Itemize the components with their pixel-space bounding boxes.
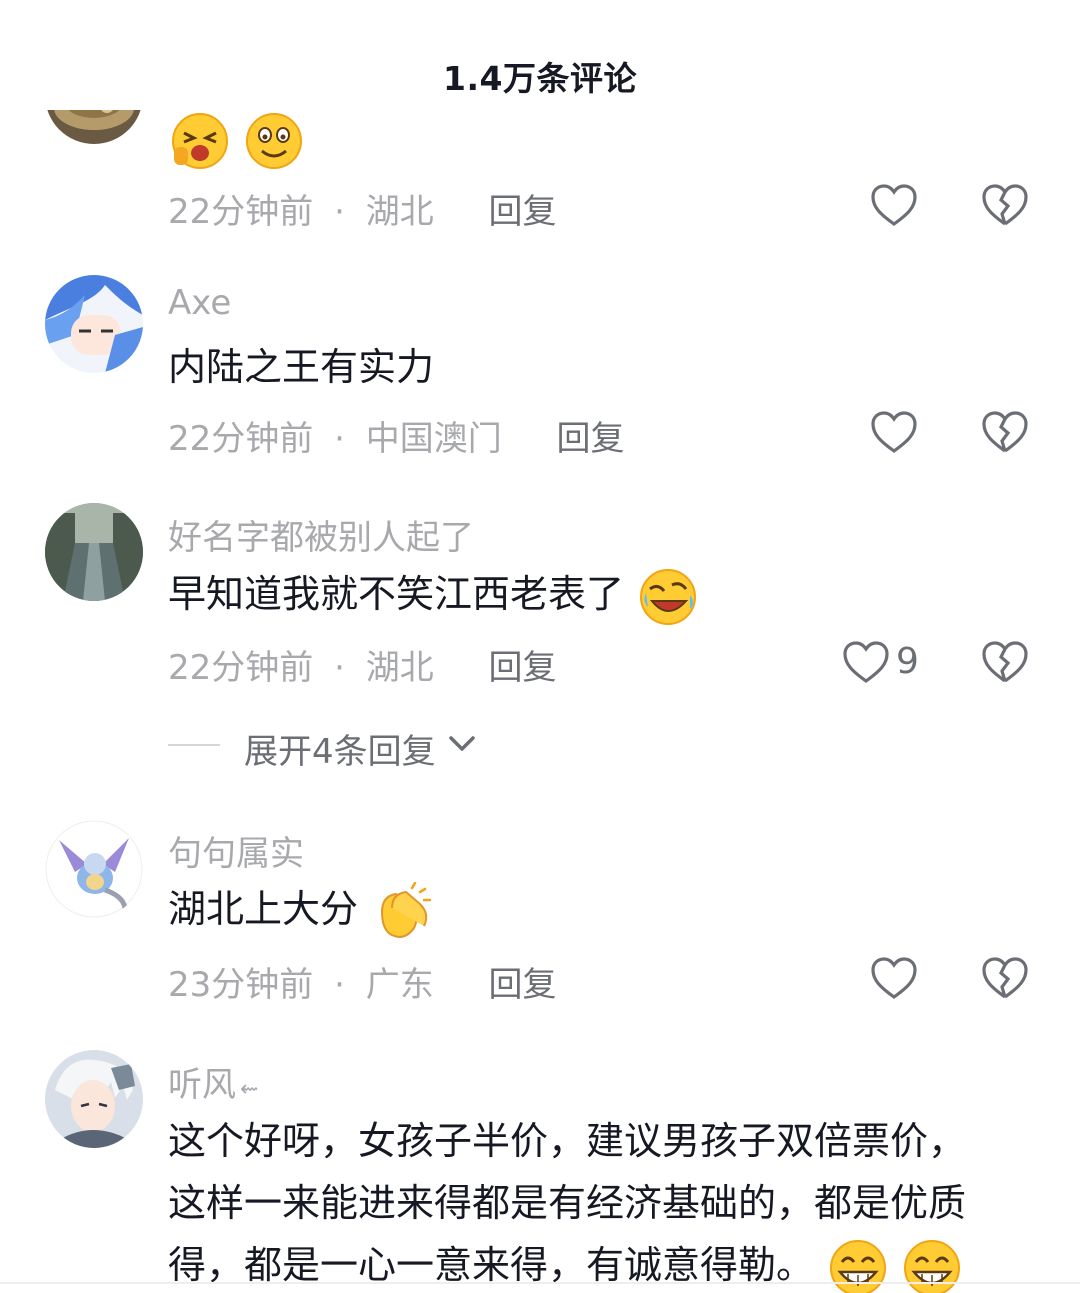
comment-location: 湖北 — [365, 648, 434, 688]
comment-location: 湖北 — [365, 192, 434, 232]
comment-location: 广东 — [365, 965, 434, 1005]
like-heart-icon[interactable] — [842, 640, 890, 684]
avatar[interactable] — [45, 1050, 143, 1148]
grin-emoji — [900, 1239, 962, 1293]
comment-time: 23分钟前 — [168, 965, 314, 1005]
crying-laugh-emoji — [168, 112, 242, 169]
grin-emoji — [242, 112, 304, 169]
like-heart-icon[interactable] — [870, 410, 918, 454]
avatar[interactable] — [45, 503, 143, 601]
dislike-broken-heart-icon[interactable] — [981, 410, 1029, 454]
comment-time: 22分钟前 — [168, 648, 314, 688]
rofl-emoji — [624, 568, 698, 625]
meta-separator: · — [334, 965, 345, 1005]
comment-time: 22分钟前 — [168, 419, 314, 459]
comment-username[interactable]: 句句属实 — [168, 826, 304, 875]
comment-username[interactable]: 好名字都被别人起了 — [168, 510, 474, 559]
comment-text-content: 早知道我就不笑江西老表了 — [168, 572, 625, 616]
grin-emoji — [814, 1239, 900, 1293]
reply-button[interactable]: 回复 — [489, 648, 557, 688]
clap-emoji — [358, 881, 432, 938]
comment-username[interactable]: Axe — [168, 283, 231, 323]
expand-divider-line — [168, 744, 220, 746]
meta-separator: · — [334, 648, 345, 688]
comment-text: 内陆之王有实力 — [168, 345, 435, 389]
comment-meta: 22分钟前 · 湖北 回复 — [168, 640, 557, 689]
comment-text — [168, 107, 304, 171]
expand-replies-label: 展开4条回复 — [244, 732, 436, 772]
comment-meta: 22分钟前 · 中国澳门 回复 — [168, 411, 625, 460]
username-text: 听风 — [168, 1065, 236, 1105]
meta-separator: · — [334, 419, 345, 459]
comment-text-line: 这个好呀，女孩子半价，建议男孩子双倍票价， — [168, 1119, 967, 1163]
dislike-broken-heart-icon[interactable] — [981, 640, 1029, 684]
comment-time: 22分钟前 — [168, 192, 314, 232]
chevron-down-icon — [449, 736, 475, 751]
comment-text: 这个好呀，女孩子半价，建议男孩子双倍票价， 这样一来能进来得都是有经济基础的，都… — [168, 1110, 1048, 1293]
comment-text-line: 这样一来能进来得都是有经济基础的，都是优质 — [168, 1181, 967, 1225]
username-badge-icon: ⇜ — [240, 1077, 259, 1102]
like-heart-icon[interactable] — [870, 956, 918, 1000]
meta-separator: · — [334, 192, 345, 232]
comment-text-content: 湖北上大分 — [168, 887, 359, 931]
comment-location: 中国澳门 — [365, 419, 502, 459]
avatar[interactable] — [45, 820, 143, 918]
comment-text: 湖北上大分 — [168, 878, 432, 942]
comment-meta: 22分钟前 · 湖北 回复 — [168, 184, 557, 233]
reply-button[interactable]: 回复 — [489, 192, 557, 232]
dislike-broken-heart-icon[interactable] — [981, 956, 1029, 1000]
avatar[interactable] — [45, 275, 143, 373]
reply-button[interactable]: 回复 — [557, 419, 625, 459]
bottom-divider — [0, 1282, 1080, 1284]
like-heart-icon[interactable] — [870, 183, 918, 227]
comment-count-title: 1.4万条评论 — [443, 59, 637, 98]
comment-text-line: 得，都是一心一意来得，有诚意得勒。 — [168, 1234, 1048, 1293]
like-count: 9 — [896, 641, 919, 682]
comment-text: 早知道我就不笑江西老表了 — [168, 563, 698, 627]
dislike-broken-heart-icon[interactable] — [981, 183, 1029, 227]
comment-text-content: 得，都是一心一意来得，有诚意得勒。 — [168, 1243, 815, 1287]
comments-header: 1.4万条评论 — [0, 0, 1080, 110]
reply-button[interactable]: 回复 — [489, 965, 557, 1005]
comment-meta: 23分钟前 · 广东 回复 — [168, 957, 557, 1006]
comment-username[interactable]: 听风 ⇜ — [168, 1057, 258, 1106]
